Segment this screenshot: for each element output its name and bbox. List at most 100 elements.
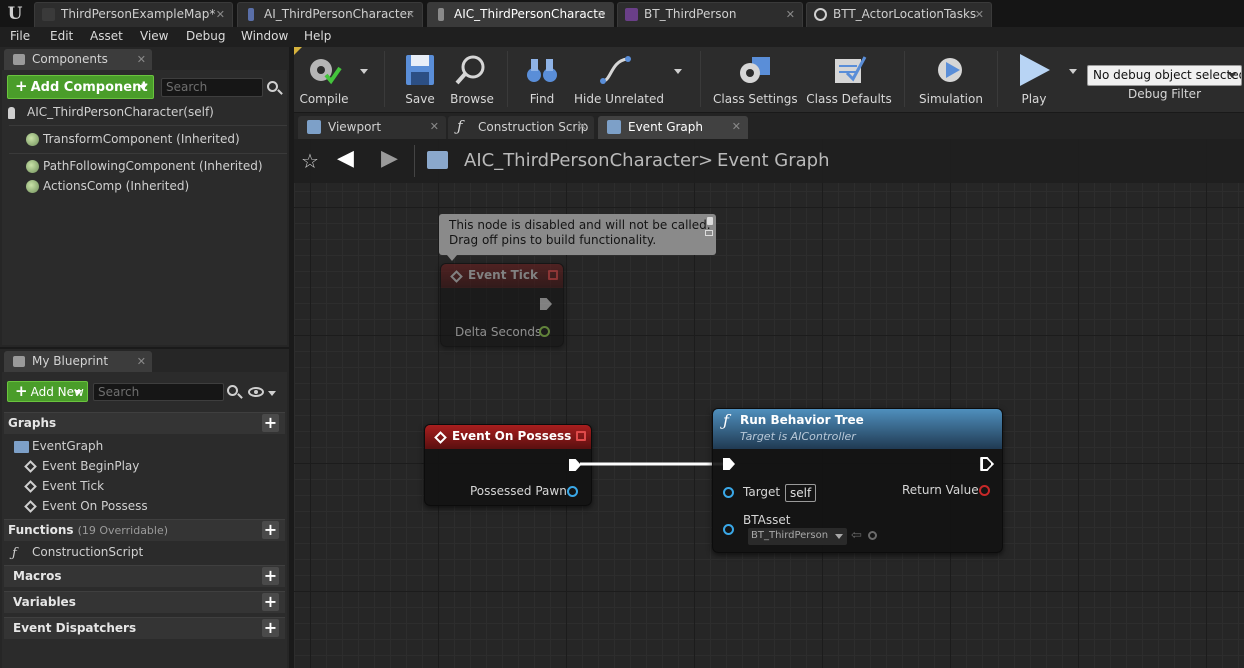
close-icon[interactable]: ✕	[786, 3, 795, 26]
self-component-item[interactable]: AIC_ThirdPersonCharacter(self)	[8, 103, 283, 122]
event-beginplay-item[interactable]: Event BeginPlay	[24, 457, 284, 476]
run-behavior-tree-node[interactable]: ƒ Run Behavior Tree Target is AIControll…	[712, 408, 1003, 553]
path-following-component-item[interactable]: PathFollowingComponent (Inherited)	[26, 157, 286, 176]
variables-section-header[interactable]: Variables +	[4, 591, 285, 613]
close-icon[interactable]: ✕	[137, 351, 146, 372]
delta-seconds-pin[interactable]	[539, 326, 550, 337]
event-graph-canvas[interactable]: ☆ ◀ ▶ AIC_ThirdPersonCharacter > Event G…	[294, 139, 1244, 668]
tab-event-graph[interactable]: Event Graph ✕	[598, 116, 748, 139]
event-on-possess-header[interactable]: Event On Possess	[425, 425, 591, 449]
event-on-possess-node[interactable]: Event On Possess Possessed Pawn	[424, 424, 592, 506]
components-search-input[interactable]: Search	[161, 78, 263, 97]
breadcrumb-graph[interactable]: Event Graph	[717, 150, 830, 171]
add-component-button[interactable]: + Add Component	[7, 75, 154, 99]
doc-tab-aic-thirdpersoncharacter[interactable]: AIC_ThirdPersonCharacte ✕	[427, 2, 614, 27]
functions-section-header[interactable]: Functions (19 Overridable) +	[4, 519, 285, 541]
class-defaults-button[interactable]: Class Defaults	[806, 47, 892, 109]
bt-asset-pin[interactable]	[723, 524, 734, 535]
my-blueprint-search-input[interactable]: Search	[93, 383, 224, 401]
menu-edit[interactable]: Edit	[50, 27, 73, 47]
close-icon[interactable]: ✕	[137, 49, 146, 70]
target-self-value[interactable]: self	[785, 484, 817, 502]
play-options-chevron-icon[interactable]	[1069, 69, 1077, 74]
event-on-possess-item[interactable]: Event On Possess	[24, 497, 284, 516]
doc-tab-label: AIC_ThirdPersonCharacte	[454, 7, 606, 21]
doc-tab-thirdpersonexamplemap[interactable]: ThirdPersonExampleMap* ✕	[34, 2, 233, 27]
close-icon[interactable]: ✕	[732, 116, 741, 138]
close-icon[interactable]: ✕	[216, 3, 225, 26]
close-icon[interactable]: ✕	[430, 116, 439, 138]
close-icon[interactable]: ✕	[597, 3, 606, 26]
menu-view[interactable]: View	[140, 27, 168, 47]
graphs-section-header[interactable]: Graphs +	[4, 412, 285, 434]
search-icon[interactable]	[267, 81, 278, 92]
search-icon[interactable]	[227, 385, 238, 396]
event-tick-item[interactable]: Event Tick	[24, 477, 284, 496]
hide-unrelated-button[interactable]: Hide Unrelated	[574, 47, 665, 109]
macros-section-header[interactable]: Macros +	[4, 565, 285, 587]
back-arrow-icon[interactable]: ◀	[337, 148, 354, 170]
components-tab[interactable]: Components ✕	[4, 49, 152, 70]
close-icon[interactable]: ✕	[975, 3, 984, 26]
chevron-down-icon[interactable]	[268, 391, 276, 396]
compile-options-chevron-icon[interactable]	[360, 69, 368, 74]
add-function-button[interactable]: +	[262, 521, 279, 539]
play-button[interactable]: Play	[1006, 47, 1062, 109]
run-behavior-tree-header[interactable]: ƒ Run Behavior Tree Target is AIControll…	[713, 409, 1002, 449]
eye-icon[interactable]	[248, 387, 264, 397]
browse-button[interactable]: Browse	[446, 47, 498, 109]
find-button[interactable]: Find	[516, 47, 568, 109]
browse-asset-search-icon[interactable]	[868, 531, 877, 540]
close-icon[interactable]: ✕	[406, 3, 415, 26]
tab-viewport[interactable]: Viewport ✕	[298, 116, 446, 139]
breadcrumb-blueprint[interactable]: AIC_ThirdPersonCharacter	[464, 150, 698, 171]
exec-out-pin[interactable]	[540, 298, 552, 310]
simulation-button[interactable]: Simulation	[918, 47, 984, 109]
forward-arrow-icon[interactable]: ▶	[381, 148, 398, 170]
event-tick-header[interactable]: Event Tick	[441, 264, 563, 288]
use-selected-arrow-icon[interactable]: ⇦	[851, 528, 862, 543]
pin-icon[interactable]	[707, 217, 713, 225]
transform-component-item[interactable]: TransformComponent (Inherited)	[26, 130, 286, 149]
close-icon[interactable]: ✕	[578, 116, 587, 138]
comment-icon[interactable]	[705, 230, 713, 236]
menu-help[interactable]: Help	[304, 27, 331, 47]
add-macro-button[interactable]: +	[262, 567, 279, 585]
tab-construction-script[interactable]: ƒ Construction Scrip ✕	[448, 116, 594, 139]
possessed-pawn-pin[interactable]	[567, 486, 578, 497]
event-tick-node[interactable]: Event Tick Delta Seconds	[440, 263, 564, 347]
menu-debug[interactable]: Debug	[186, 27, 225, 47]
delegate-pin-icon[interactable]	[576, 431, 586, 441]
bt-asset-label: BTAsset	[743, 513, 791, 527]
exec-wire[interactable]	[580, 457, 726, 469]
add-variable-button[interactable]: +	[262, 593, 279, 611]
delegate-pin-icon[interactable]	[548, 270, 558, 280]
favorite-star-icon[interactable]: ☆	[301, 151, 319, 171]
class-settings-button[interactable]: Class Settings	[713, 47, 798, 109]
add-new-button[interactable]: + Add New	[7, 381, 88, 402]
menu-window[interactable]: Window	[241, 27, 288, 47]
event-dispatchers-section-header[interactable]: Event Dispatchers +	[4, 617, 285, 639]
return-value-pin[interactable]	[979, 485, 990, 496]
hide-unrelated-options-chevron-icon[interactable]	[674, 69, 682, 74]
save-button[interactable]: Save	[394, 47, 446, 109]
event-graph-item[interactable]: EventGraph	[4, 437, 284, 456]
compile-button[interactable]: Compile	[296, 47, 352, 109]
menu-file[interactable]: File	[10, 27, 30, 47]
add-dispatcher-button[interactable]: +	[262, 619, 279, 637]
doc-tab-btt-actorlocationtasks[interactable]: BTT_ActorLocationTasks ✕	[806, 2, 992, 27]
menu-asset[interactable]: Asset	[90, 27, 123, 47]
unreal-logo-icon[interactable]: U	[4, 3, 26, 25]
blueprint-controller-icon	[438, 8, 444, 21]
hide-unrelated-label: Hide Unrelated	[574, 92, 665, 106]
add-graph-button[interactable]: +	[262, 414, 279, 432]
doc-tab-bt-thirdperson[interactable]: BT_ThirdPerson ✕	[617, 2, 803, 27]
target-pin[interactable]	[723, 487, 734, 498]
my-blueprint-tab[interactable]: My Blueprint ✕	[4, 351, 152, 372]
debug-object-select[interactable]: No debug object selected	[1087, 65, 1242, 86]
construction-script-item[interactable]: ƒ ConstructionScript	[12, 543, 284, 562]
doc-tab-ai-thirdpersoncharacter[interactable]: AI_ThirdPersonCharacter ✕	[237, 2, 423, 27]
bt-asset-select[interactable]: BT_ThirdPerson	[748, 528, 847, 545]
actions-comp-item[interactable]: ActionsComp (Inherited)	[26, 177, 286, 196]
exec-in-pin[interactable]	[723, 458, 735, 470]
